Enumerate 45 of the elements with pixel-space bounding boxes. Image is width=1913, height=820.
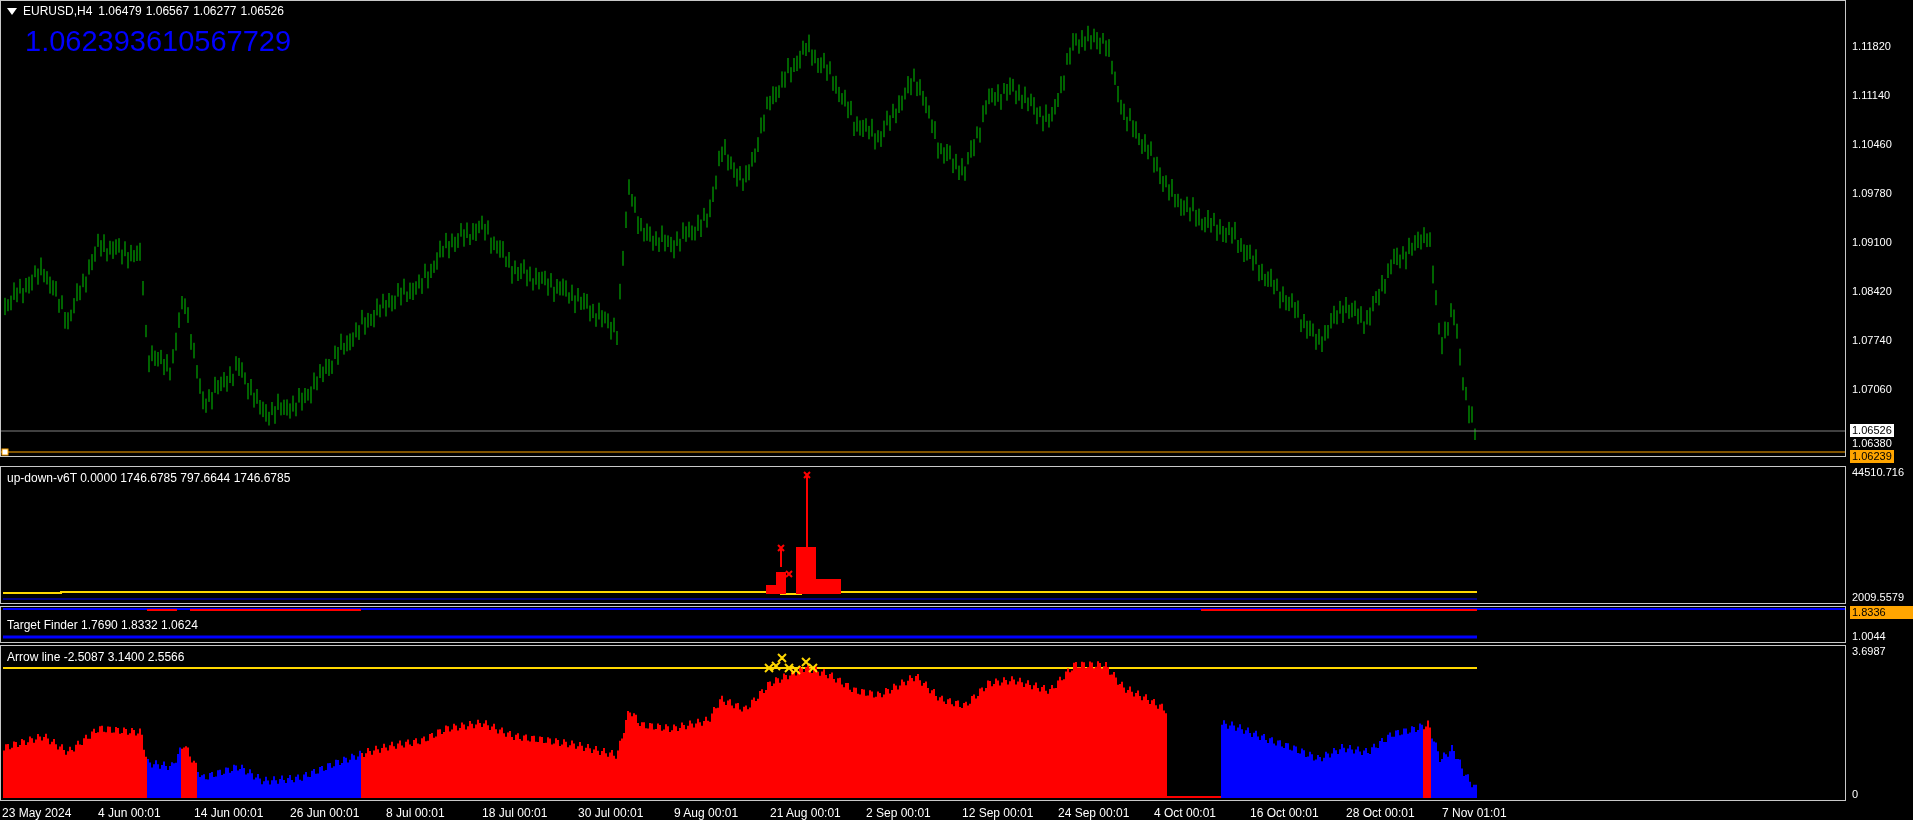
time-label: 18 Jul 00:01 xyxy=(482,806,549,820)
axis-label: 1.07060 xyxy=(1851,383,1893,396)
price-readout: 1.062393610567729 xyxy=(25,25,292,58)
time-label: 16 Oct 00:01 xyxy=(1250,806,1320,820)
time-label: 4 Oct 00:01 xyxy=(1154,806,1218,820)
time-label: 8 Jul 00:01 xyxy=(386,806,446,820)
time-label: 23 May 2024 xyxy=(2,806,73,820)
price-value: 1.06479 xyxy=(98,4,142,18)
axis-label: 2009.5579 xyxy=(1851,591,1905,604)
price-tag: 1.8336 xyxy=(1850,606,1913,619)
axis-label: 1.11140 xyxy=(1851,89,1892,102)
axis-label: 1.08420 xyxy=(1851,285,1893,298)
time-label: 21 Aug 00:01 xyxy=(770,806,842,820)
axis-label: 0 xyxy=(1851,788,1860,801)
axis-label: 1.09100 xyxy=(1851,236,1893,249)
indicator-label: up-down-v6T 0.0000 1746.6785 797.6644 1746.6785 xyxy=(7,471,291,485)
dropdown-icon[interactable] xyxy=(7,7,17,15)
price-value: 1.06567 xyxy=(145,4,190,18)
time-label: 7 Nov 01:01 xyxy=(1442,806,1508,820)
arrow-markers-drawing xyxy=(764,653,818,675)
axis-label: 1.07740 xyxy=(1851,334,1893,347)
time-label: 30 Jul 00:01 xyxy=(578,806,645,820)
axis-label: 1.10460 xyxy=(1851,138,1893,151)
time-label: 4 Jun 00:01 xyxy=(98,806,162,820)
axis-label: 1.06380 xyxy=(1851,437,1893,450)
axis-label: 44510.716 xyxy=(1851,466,1905,479)
time-label: 9 Aug 00:01 xyxy=(674,806,740,820)
axis-label: 1.09780 xyxy=(1851,187,1893,200)
indicator-label: Target Finder 1.7690 1.8332 1.0624 xyxy=(7,618,198,632)
time-label: 26 Jun 00:01 xyxy=(290,806,361,820)
level-marker-icon xyxy=(1,448,9,456)
axis-label: 1.11820 xyxy=(1851,40,1892,53)
price-tag: 1.06526 xyxy=(1850,424,1894,437)
time-label: 14 Jun 00:01 xyxy=(194,806,265,820)
price-value: 1.06526 xyxy=(240,4,284,18)
price-tag: 1.06239 xyxy=(1850,450,1894,463)
price-value: 1.06277 xyxy=(193,4,237,18)
axis-label: 3.6987 xyxy=(1851,645,1887,658)
time-label: 2 Sep 00:01 xyxy=(866,806,932,820)
axis-label: 1.0044 xyxy=(1851,630,1887,643)
time-label: 12 Sep 00:01 xyxy=(962,806,1035,820)
time-label: 24 Sep 00:01 xyxy=(1058,806,1131,820)
indicator-label: Arrow line -2.5087 3.1400 2.5566 xyxy=(7,650,185,664)
time-label: 28 Oct 00:01 xyxy=(1346,806,1416,820)
symbol-label: EURUSD,H4 xyxy=(23,4,93,18)
